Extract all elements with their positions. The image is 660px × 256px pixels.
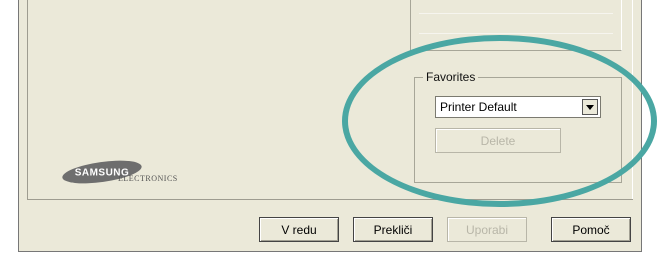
settings-panel: Favorites Printer Default Delete SAMSUNG… xyxy=(27,0,633,200)
favorites-label: Favorites xyxy=(423,70,479,84)
ok-button[interactable]: V redu xyxy=(259,217,339,242)
upper-options-group xyxy=(410,0,622,51)
logo-tagline: ELECTRONICS xyxy=(118,174,178,183)
favorites-selected-value: Printer Default xyxy=(440,100,517,114)
printer-properties-window: Favorites Printer Default Delete SAMSUNG… xyxy=(18,0,642,252)
group-separator xyxy=(419,13,613,14)
ok-button-label: V redu xyxy=(281,222,317,237)
cancel-button[interactable]: Prekliči xyxy=(353,217,433,242)
help-button[interactable]: Pomoč xyxy=(551,217,631,242)
favorites-dropdown[interactable]: Printer Default xyxy=(435,96,601,118)
favorites-group: Favorites Printer Default Delete xyxy=(414,70,622,183)
cancel-button-label: Prekliči xyxy=(373,222,413,237)
panel-separator xyxy=(27,199,633,200)
help-button-label: Pomoč xyxy=(572,222,610,237)
delete-button[interactable]: Delete xyxy=(435,128,561,153)
apply-button[interactable]: Uporabi xyxy=(447,217,527,242)
chevron-down-icon[interactable] xyxy=(582,99,598,115)
apply-button-label: Uporabi xyxy=(465,222,509,237)
samsung-logo: SAMSUNG ELECTRONICS xyxy=(62,160,202,190)
group-separator xyxy=(419,33,613,34)
delete-button-label: Delete xyxy=(480,133,516,148)
